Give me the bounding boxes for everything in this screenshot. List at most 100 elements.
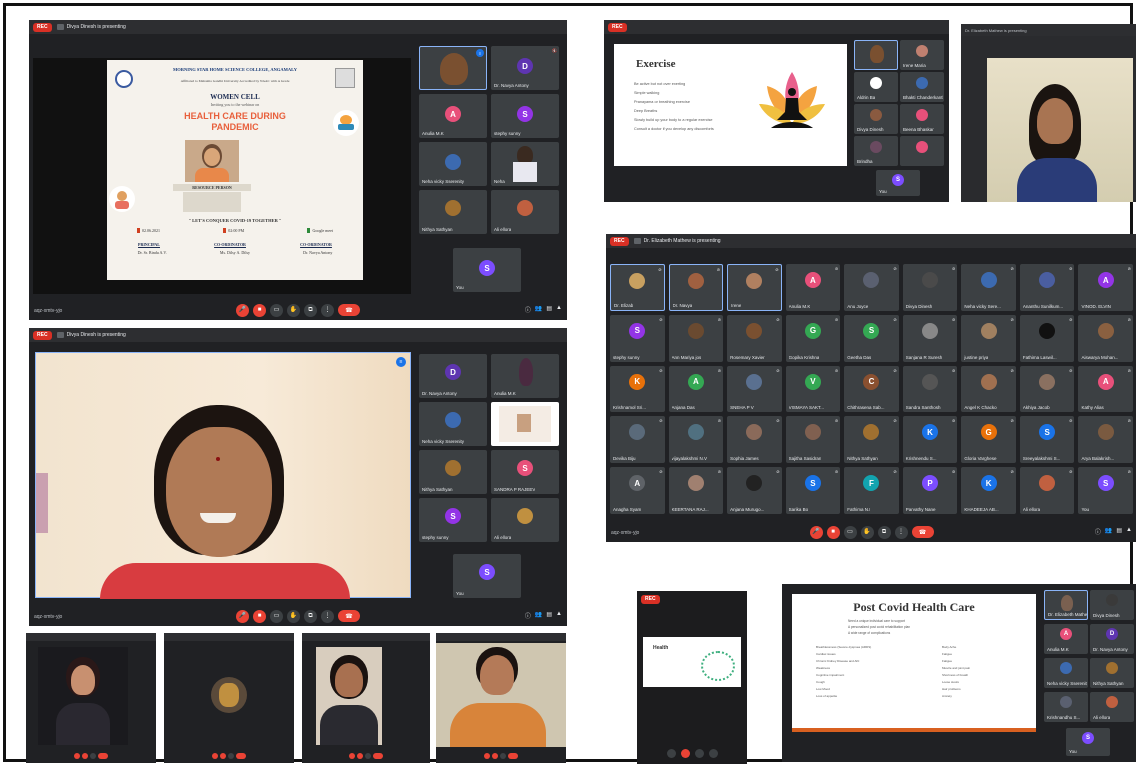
participant-tile[interactable]: Nithya Sathyan [419,190,487,234]
mic-button[interactable] [212,753,218,759]
participant-tile[interactable]: vijayalakshmi N.V ⊘ [668,416,724,464]
info-icon[interactable]: ⓘ [1095,527,1101,536]
participant-tile[interactable]: ≡ [419,46,487,90]
more-options-button[interactable] [90,753,96,759]
present-button[interactable]: ⧉ [304,303,317,317]
participant-tile[interactable]: Neha vicky Sserenity [419,402,487,446]
raise-hand-button[interactable]: ✋ [287,609,300,623]
participant-tile[interactable]: D Dr. Navya Antony [1090,624,1134,654]
participant-tile[interactable]: Anjana Murugo... ⊘ [727,467,782,514]
participant-tile[interactable]: K Krishnamol Sri... ⊘ [610,365,665,413]
participant-tile[interactable]: Beena Bhaskar [900,104,944,134]
participant-tile[interactable]: G Gloria Varghese ⊘ [961,416,1016,464]
raise-hand-button[interactable]: ✋ [860,525,874,539]
participant-tile[interactable]: Sstephy sunny ⊘ [610,314,665,362]
self-tile[interactable]: S You [876,170,920,196]
more-options-button[interactable] [500,753,506,759]
chat-icon[interactable]: ▤ [546,305,552,314]
camera-button[interactable]: ■ [253,303,266,317]
participant-tile[interactable]: Aldrin Ba [854,72,898,102]
participant-tile[interactable]: Ali ellora ⊘ [1019,467,1075,514]
people-icon[interactable]: 👥 [535,611,542,620]
participant-tile[interactable]: A Anulia M.K ⊘ [785,264,841,311]
people-icon[interactable]: 👥 [535,305,542,314]
participant-tile[interactable]: Anulia M.K [491,354,559,398]
self-tile[interactable]: S You [453,554,521,598]
participant-tile[interactable] [900,136,944,166]
mic-button[interactable] [666,749,676,758]
participant-tile[interactable]: Sanjana R Suresh ⊘ [902,314,958,362]
participant-tile[interactable]: Arya Balakrish... ⊘ [1078,416,1133,464]
participant-tile[interactable]: Sstephy sunny [419,498,487,542]
participant-tile[interactable]: Ann Mariya jos ⊘ [668,314,724,362]
chat-icon[interactable]: ▤ [546,611,552,620]
participant-tile[interactable]: Nithya Sathyan [1090,658,1134,688]
participant-tile[interactable]: Divya Dinesh ⊘ [902,264,958,311]
self-tile[interactable]: S You ⊘ [1078,467,1133,514]
participant-tile[interactable]: A Anagha Syam ⊘ [610,467,665,514]
participant-tile[interactable]: S Sreeyalakshmi S... ⊘ [1019,416,1075,464]
mic-button[interactable]: 🎤 [809,525,823,539]
end-call-button[interactable] [236,753,246,759]
participant-tile[interactable]: Nithya Sathyan ⊘ [844,416,899,464]
more-options-button[interactable]: ⋮ [894,525,908,539]
participant-tile[interactable]: Anu Joyce ⊘ [844,264,899,311]
participant-tile[interactable]: justine priya ⊘ [961,314,1016,362]
mic-button[interactable]: 🎤 [236,303,249,317]
info-icon[interactable]: ⓘ [525,305,531,314]
end-call-button[interactable] [98,753,108,759]
participant-tile[interactable]: P Parvathy Nane ⊘ [902,467,958,514]
participant-tile[interactable]: C Chithrasena Sab... ⊘ [844,365,899,413]
participant-tile[interactable]: Sandra Santhosh ⊘ [902,365,958,413]
end-call-button[interactable]: ☎ [338,610,360,622]
participant-tile[interactable]: A Kathy Alias ⊘ [1078,365,1133,413]
captions-button[interactable]: ▭ [270,303,283,317]
participant-tile[interactable]: G Gopika Krishna ⊘ [785,314,841,362]
participant-tile[interactable]: Brindha [854,136,898,166]
more-options-button[interactable]: ⋮ [321,609,334,623]
participant-tile[interactable]: A VINOD. ELVIN ⊘ [1078,264,1133,311]
participant-tile[interactable]: V VISMAYA SAKT... ⊘ [785,365,841,413]
participant-tile[interactable]: D Dr. Navya Antony 🔇 [491,46,559,90]
participant-tile[interactable]: Ali ellora [491,498,559,542]
participant-tile[interactable]: Fathima Laswil... ⊘ [1019,314,1075,362]
participant-tile[interactable]: Neha vicky Sserenity [419,142,487,186]
participant-tile[interactable]: Nithya Sathyan [419,450,487,494]
participant-tile[interactable]: K Krishnendu S... ⊘ [902,416,958,464]
participant-tile[interactable]: A Anjana Das ⊘ [668,365,724,413]
chat-icon[interactable]: ▤ [1116,527,1122,536]
end-call-button[interactable] [508,753,518,759]
participant-tile[interactable]: S Geetha Das ⊘ [844,314,899,362]
mic-button[interactable] [484,753,490,759]
raise-hand-button[interactable]: ✋ [287,303,300,317]
present-button[interactable]: ⧉ [877,525,891,539]
end-call-button[interactable]: ☎ [911,526,934,538]
participant-tile[interactable]: Bhakti Chanderkanth [900,72,944,102]
participant-tile[interactable]: Neha vicky Sere... ⊘ [961,264,1016,311]
camera-button[interactable] [680,749,690,758]
camera-button[interactable] [220,753,226,759]
self-tile[interactable]: S You [1066,728,1110,756]
captions-button[interactable]: ▭ [843,525,857,539]
activities-icon[interactable]: ▲ [556,305,562,314]
camera-button[interactable] [492,753,498,759]
camera-button[interactable]: ■ [253,609,266,623]
participant-tile[interactable]: Divya Dinesh [1090,590,1134,620]
participant-tile[interactable]: S Sarika Bo ⊘ [785,467,841,514]
participant-tile[interactable]: F Fathima N.I ⊘ [844,467,899,514]
camera-button[interactable]: ■ [826,525,840,539]
participant-tile[interactable]: KEERTANA RAJ... ⊘ [668,467,724,514]
participant-tile[interactable]: A Anulia M.K [1044,624,1088,654]
mic-button[interactable] [349,753,355,759]
activities-icon[interactable]: ▲ [556,611,562,620]
participant-tile[interactable]: Sajitha Sasidran ⊘ [785,416,841,464]
more-options-button[interactable] [365,753,371,759]
participant-tile[interactable]: Dr. Navya ⊘ [668,264,724,311]
participant-tile[interactable]: Divya Dinesh [854,104,898,134]
participant-tile[interactable]: Devika Biju ⊘ [610,416,665,464]
participant-tile[interactable]: D Dr. Navya Antony [419,354,487,398]
self-tile[interactable]: S You [453,248,521,292]
camera-button[interactable] [357,753,363,759]
participant-tile[interactable]: Aiswarya Mohan... ⊘ [1078,314,1133,362]
end-call-button[interactable]: ☎ [338,304,360,316]
